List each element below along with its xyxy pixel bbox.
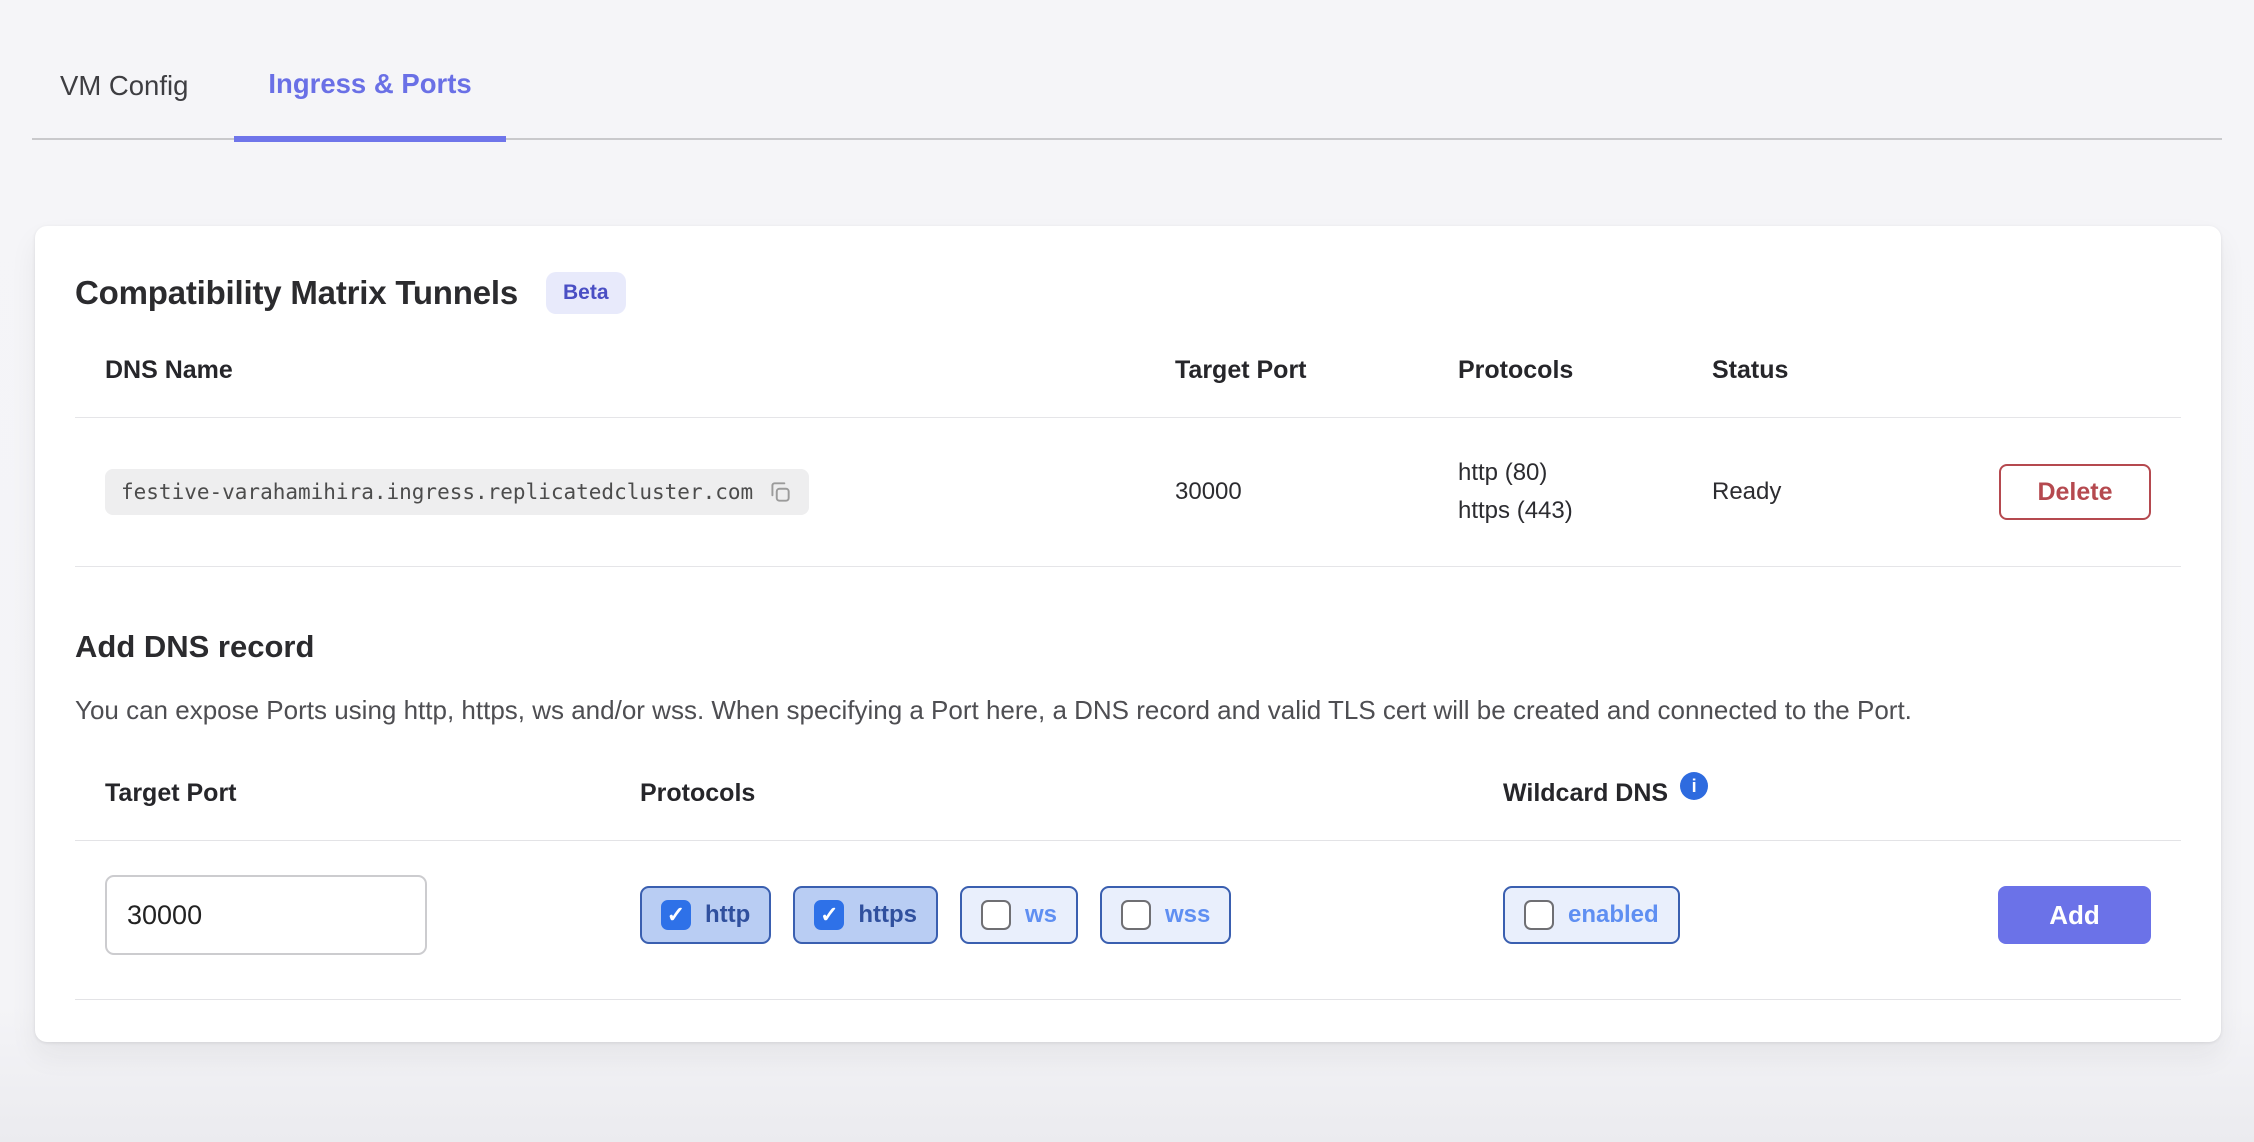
wildcard-dns-cell: enabled Add — [1503, 886, 2151, 944]
protocol-chip-label: https — [858, 901, 917, 929]
dns-name-pill: festive-varahamihira.ingress.replicatedc… — [105, 469, 809, 515]
target-port-input[interactable] — [105, 875, 427, 955]
column-header-target-port: Target Port — [1175, 356, 1458, 385]
protocol-chip-label: wss — [1165, 901, 1210, 929]
protocol-chip-label: ws — [1025, 901, 1057, 929]
protocol-chips: http https ws wss — [640, 886, 1503, 944]
protocol-entry: http (80) — [1458, 454, 1712, 492]
protocol-entry: https (443) — [1458, 492, 1712, 530]
tab-bar: VM Config Ingress & Ports — [32, 0, 2222, 140]
add-button[interactable]: Add — [1998, 886, 2151, 944]
row-actions: Delete — [1965, 464, 2151, 520]
protocol-chip-label: http — [705, 901, 750, 929]
checkbox-icon — [1524, 900, 1554, 930]
tunnels-card: Compatibility Matrix Tunnels Beta DNS Na… — [35, 226, 2221, 1042]
column-header-dns-name: DNS Name — [105, 356, 1175, 385]
protocol-checkbox-wss[interactable]: wss — [1100, 886, 1231, 944]
protocol-checkbox-ws[interactable]: ws — [960, 886, 1078, 944]
wildcard-enabled-checkbox[interactable]: enabled — [1503, 886, 1680, 944]
info-icon[interactable]: i — [1680, 772, 1708, 800]
form-divider — [75, 840, 2181, 841]
table-row: festive-varahamihira.ingress.replicatedc… — [75, 418, 2181, 567]
checkbox-icon — [1121, 900, 1151, 930]
checkbox-icon — [661, 900, 691, 930]
beta-badge: Beta — [546, 272, 626, 314]
form-controls-row: http https ws wss enabled Add — [75, 875, 2181, 955]
delete-button[interactable]: Delete — [1999, 464, 2151, 520]
checkbox-icon — [981, 900, 1011, 930]
target-port-field-wrap — [105, 875, 640, 955]
card-header: Compatibility Matrix Tunnels Beta — [75, 226, 2181, 314]
protocols-cell: http (80) https (443) — [1458, 454, 1712, 530]
tab-vm-config[interactable]: VM Config — [60, 70, 188, 138]
column-header-status: Status — [1712, 356, 1965, 385]
column-header-protocols: Protocols — [1458, 356, 1712, 385]
checkbox-icon — [814, 900, 844, 930]
dns-name-cell: festive-varahamihira.ingress.replicatedc… — [105, 469, 1175, 515]
dns-name-text: festive-varahamihira.ingress.replicatedc… — [121, 480, 753, 504]
protocol-checkbox-https[interactable]: https — [793, 886, 938, 944]
wildcard-chip-label: enabled — [1568, 901, 1659, 929]
protocol-checkbox-http[interactable]: http — [640, 886, 771, 944]
status-cell: Ready — [1712, 478, 1965, 506]
label-target-port: Target Port — [105, 779, 640, 808]
card-bottom-divider — [75, 999, 2181, 1000]
target-port-cell: 30000 — [1175, 478, 1458, 506]
copy-icon[interactable] — [767, 479, 793, 505]
label-protocols: Protocols — [640, 779, 1503, 808]
add-dns-section-title: Add DNS record — [75, 629, 2181, 665]
form-label-row: Target Port Protocols Wildcard DNS i — [75, 779, 2181, 808]
tab-ingress-ports[interactable]: Ingress & Ports — [234, 68, 505, 142]
label-wildcard-dns-wrap: Wildcard DNS i — [1503, 779, 2151, 808]
label-wildcard-dns: Wildcard DNS — [1503, 779, 1668, 808]
add-dns-description: You can expose Ports using http, https, … — [75, 691, 2055, 729]
table-header-row: DNS Name Target Port Protocols Status — [75, 356, 2181, 418]
page-title: Compatibility Matrix Tunnels — [75, 274, 518, 312]
